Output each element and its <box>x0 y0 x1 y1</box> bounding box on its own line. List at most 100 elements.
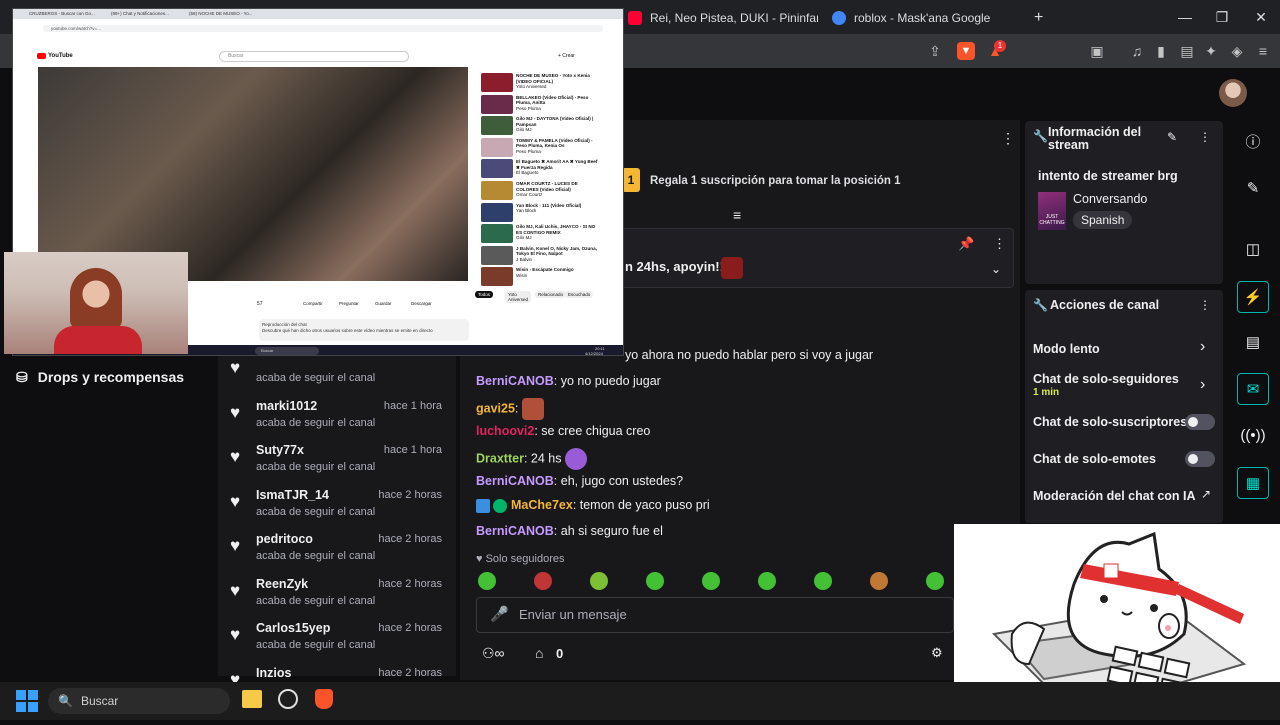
stream-info-options-icon[interactable]: ⋮ <box>1199 130 1211 144</box>
follow-time: hace 2 horas <box>378 533 442 545</box>
microphone-icon[interactable]: 🎤 <box>490 605 509 623</box>
layout-icon[interactable]: ▦ <box>1237 467 1269 499</box>
close-window-button[interactable]: ✕ <box>1246 6 1276 28</box>
menu-icon[interactable]: ≡ <box>1254 42 1272 60</box>
emote-button[interactable] <box>870 572 888 590</box>
follower-name: Inzios <box>256 665 292 680</box>
emote-button[interactable] <box>926 572 944 590</box>
browser-tab-google[interactable]: roblox - Mask'ana Google <box>832 6 1022 30</box>
maximize-button[interactable]: ❐ <box>1207 6 1237 28</box>
chat-username[interactable]: BerniCANOB <box>476 374 554 388</box>
obs-icon[interactable] <box>278 689 298 709</box>
subs-only-toggle[interactable] <box>1185 414 1215 430</box>
recommended-video: Wisin - Escápate Conmigo Wisin <box>481 267 601 287</box>
collapse-icon[interactable]: ≡ <box>733 207 741 223</box>
boost-icon[interactable]: ⚡ <box>1237 281 1269 313</box>
store-icon[interactable]: ⌂ <box>535 645 543 661</box>
channel-actions-options-icon[interactable]: ⋮ <box>1199 298 1211 312</box>
video-thumbnail <box>481 267 513 287</box>
activity-item[interactable]: ♥ Suty77x hace 1 hora acaba de seguir el ca… <box>218 443 456 487</box>
slow-mode-label[interactable]: Modo lento <box>1033 342 1100 356</box>
new-tab-button[interactable]: + <box>1034 6 1054 30</box>
wallet-icon[interactable]: ▤ <box>1178 42 1196 60</box>
follow-event: acaba de seguir el canal <box>256 639 376 651</box>
activity-item[interactable]: ♥ ReenZyk hace 2 horas acaba de seguir el c… <box>218 577 456 621</box>
category-box-art[interactable]: JUST CHATTING <box>1038 192 1066 230</box>
chat-message-text: : ah si seguro fue el <box>553 524 663 538</box>
chat-username[interactable]: Draxtter <box>476 451 524 465</box>
ai-moderation-label[interactable]: Moderación del chat con IA <box>1033 489 1196 503</box>
badge-icon <box>476 498 490 513</box>
chat-message: gavi25: <box>476 398 544 420</box>
emote-button[interactable] <box>534 572 552 590</box>
filter-chip: Todos <box>475 291 494 298</box>
emote-button[interactable] <box>758 572 776 590</box>
activity-item[interactable]: ♥ Carlos15yep hace 2 horas acaba de seguir … <box>218 621 456 665</box>
activity-item[interactable]: ♥ marki1012 hace 1 hora acaba de seguir el … <box>218 399 456 443</box>
video-title: Wisin - Escápate Conmigo Wisin <box>516 267 574 278</box>
notes-icon[interactable]: ▤ <box>1237 327 1269 359</box>
chat-bubble-icon[interactable]: ✉ <box>1237 373 1269 405</box>
file-explorer-icon[interactable] <box>242 690 262 708</box>
video-thumbnail <box>481 159 513 179</box>
chevron-right-icon[interactable]: › <box>1200 338 1205 356</box>
activity-item[interactable]: ♥ pedritoco hace 2 horas acaba de seguir el… <box>218 532 456 576</box>
media-icon[interactable]: ♫ <box>1128 42 1146 60</box>
search-icon: 🔍 <box>58 694 73 708</box>
chat-username[interactable]: BerniCANOB <box>476 524 554 538</box>
minimize-button[interactable]: — <box>1170 6 1200 28</box>
chat-settings-icon[interactable]: ⚙ <box>931 645 943 661</box>
activity-item[interactable]: ♥ acaba de seguir el canal <box>218 354 456 398</box>
vpn-icon[interactable]: ◈ <box>1228 42 1246 60</box>
pin-icon[interactable]: 📌 <box>958 236 974 252</box>
follow-heart-icon: ♥ <box>230 358 241 377</box>
chat-message: MaChe7ex: temon de yaco puso pri <box>476 498 710 513</box>
emote-button[interactable] <box>478 572 496 590</box>
broadcast-icon[interactable]: ((•)) <box>1237 420 1269 452</box>
channel-points-icon[interactable]: ⚇∞ <box>482 645 505 662</box>
brave-shields-icon[interactable]: ▼ <box>957 42 975 60</box>
chat-options-icon[interactable]: ⋮ <box>1001 130 1015 147</box>
emote-button[interactable] <box>702 572 720 590</box>
edit-stream-icon[interactable]: ✎ <box>1237 173 1269 205</box>
leo-ai-icon[interactable]: ✦ <box>1202 42 1220 60</box>
pinned-options-icon[interactable]: ⋮ <box>993 236 1006 252</box>
drops-icon: ⛁ <box>16 368 28 385</box>
share-icon[interactable]: ⇪ <box>926 42 944 60</box>
like-count: 57 <box>257 301 263 307</box>
external-link-icon[interactable]: ↗ <box>1201 487 1211 501</box>
youtube-search: Buscar <box>219 51 409 62</box>
expand-chevron-icon[interactable]: ⌄ <box>991 262 1001 276</box>
reader-mode-icon[interactable]: ▣ <box>1088 42 1106 60</box>
follower-name: IsmaTJR_14 <box>256 487 329 502</box>
info-icon[interactable]: ⓘ <box>1237 127 1269 159</box>
video-title: Gilo MJ, Kali Uchis, JHAYCO - SI NO ES C… <box>516 224 596 241</box>
hype-cta-text[interactable]: Regala 1 suscripción para tomar la posic… <box>650 175 901 187</box>
emote-only-toggle[interactable] <box>1185 451 1215 467</box>
followers-only-chat-label[interactable]: Chat de solo-seguidores <box>1033 372 1179 386</box>
chat-message: BerniCANOB: ah si seguro fue el <box>476 524 663 538</box>
category-name[interactable]: Conversando <box>1073 192 1147 206</box>
chevron-right-icon[interactable]: › <box>1200 376 1205 394</box>
taskbar-search[interactable]: 🔍 Buscar <box>48 688 230 714</box>
chat-username[interactable]: MaChe7ex <box>511 498 573 512</box>
chat-username[interactable]: luchoovi2 <box>476 424 534 438</box>
drops-nav-item[interactable]: ⛁ Drops y recompensas <box>16 367 184 387</box>
windows-start-icon[interactable] <box>16 690 38 712</box>
points-count: 0 <box>556 646 564 661</box>
browser-tab-music[interactable]: Rei, Neo Pistea, DUKI - Pininfarina (R <box>628 6 818 30</box>
user-avatar[interactable] <box>1219 79 1247 107</box>
clip-icon[interactable]: ◫ <box>1237 234 1269 266</box>
chat-username[interactable]: BerniCANOB <box>476 474 554 488</box>
youtube-favicon-icon <box>628 11 642 25</box>
emote-button[interactable] <box>590 572 608 590</box>
chat-username[interactable]: gavi25 <box>476 401 515 415</box>
chat-message-text: : temon de yaco puso pri <box>572 498 710 512</box>
brave-browser-icon[interactable] <box>315 689 333 709</box>
language-tag[interactable]: Spanish <box>1073 211 1133 229</box>
activity-item[interactable]: ♥ IsmaTJR_14 hace 2 horas acaba de seguir e… <box>218 488 456 532</box>
emote-button[interactable] <box>814 572 832 590</box>
emote-button[interactable] <box>646 572 664 590</box>
edit-icon[interactable]: ✎ <box>1167 130 1177 144</box>
sidebar-icon[interactable]: ▮ <box>1152 42 1170 60</box>
